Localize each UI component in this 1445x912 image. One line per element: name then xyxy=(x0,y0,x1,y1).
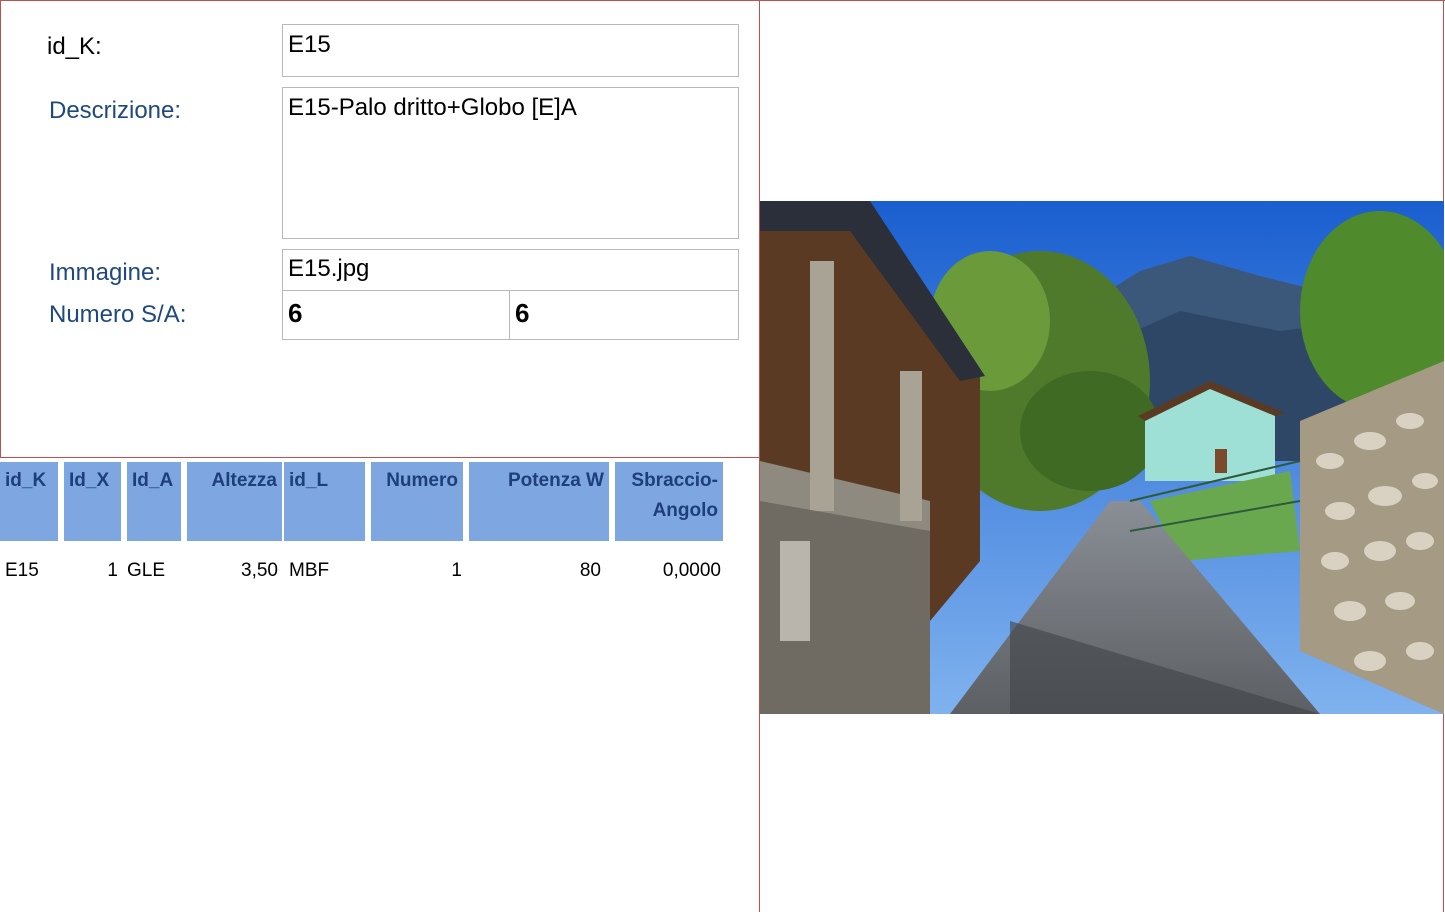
frame-border-left xyxy=(0,0,1,458)
immagine-label: Immagine: xyxy=(49,259,162,286)
numero-sa-label: Numero S/A: xyxy=(49,301,187,328)
immagine-field[interactable]: E15.jpg xyxy=(282,249,739,291)
column-header-sbraccio-angolo: Sbraccio-Angolo xyxy=(615,462,723,541)
column-header-id-a: Id_A xyxy=(127,462,181,541)
column-header-numero: Numero xyxy=(371,462,463,541)
descrizione-label: Descrizione: xyxy=(49,97,182,124)
cell-potenza-w: 80 xyxy=(579,560,601,581)
street-scene-photo xyxy=(760,201,1444,714)
cell-id-l: MBF xyxy=(289,560,330,581)
cell-numero: 1 xyxy=(451,560,462,581)
frame-border-top xyxy=(0,0,1445,1)
column-header-id-l: id_L xyxy=(284,462,365,541)
cell-altezza: 3,50 xyxy=(241,560,278,581)
column-header-potenza-w: Potenza W xyxy=(469,462,609,541)
cell-id-k: E15 xyxy=(5,560,39,581)
id-k-label: id_K: xyxy=(47,33,102,60)
column-header-altezza: Altezza xyxy=(187,462,282,541)
street-photo xyxy=(760,201,1444,714)
column-header-id-x: Id_X xyxy=(64,462,121,541)
id-k-field[interactable]: E15 xyxy=(282,24,739,77)
descrizione-field[interactable]: E15-Palo dritto+Globo [E]A xyxy=(282,87,739,239)
numero-s-field[interactable]: 6 xyxy=(282,290,510,340)
numero-a-field[interactable]: 6 xyxy=(509,290,739,340)
cell-sbraccio-angolo: 0,0000 xyxy=(662,560,721,581)
frame-divider-horizontal xyxy=(0,457,760,458)
cell-id-x: 1 xyxy=(107,560,118,581)
column-header-id-k: id_K xyxy=(0,462,58,541)
cell-id-a: GLE xyxy=(127,560,166,581)
